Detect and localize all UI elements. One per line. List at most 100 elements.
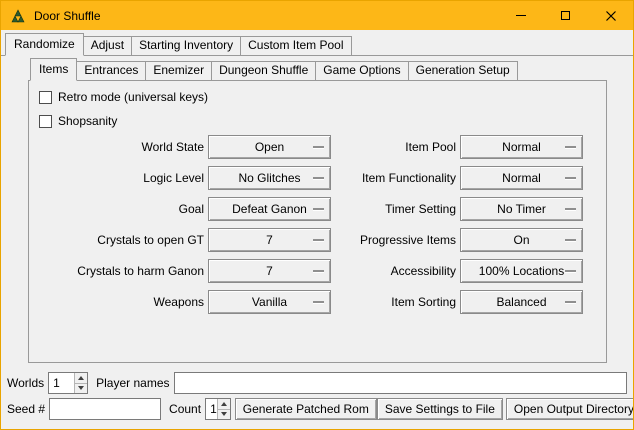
dropdown-indicator-icon: [313, 208, 324, 210]
minimize-icon: [516, 15, 526, 16]
count-spinbox[interactable]: 1: [205, 398, 231, 420]
accessibility-dropdown[interactable]: 100% Locations: [460, 259, 583, 283]
crystals-ganon-label: Crystals to harm Ganon: [30, 264, 204, 278]
spin-up-icon: [221, 402, 227, 406]
dropdown-indicator-icon: [313, 270, 324, 272]
dropdown-indicator-icon: [565, 177, 576, 179]
settings-grid: World State Open Item Pool Normal Logic …: [30, 131, 605, 317]
item-sorting-label: Item Sorting: [331, 295, 456, 309]
titlebar[interactable]: Door Shuffle: [1, 1, 633, 30]
player-names-label: Player names: [96, 376, 169, 390]
timer-setting-dropdown[interactable]: No Timer: [460, 197, 583, 221]
sub-tab-entrances[interactable]: Entrances: [76, 61, 146, 81]
spin-up-icon: [78, 376, 84, 380]
dropdown-indicator-icon: [565, 270, 576, 272]
main-tab-randomize[interactable]: Randomize: [5, 33, 84, 56]
goal-value: Defeat Ganon: [232, 202, 307, 216]
seed-label: Seed #: [7, 402, 45, 416]
caption-buttons: [498, 1, 633, 30]
weapons-label: Weapons: [30, 295, 204, 309]
minimize-button[interactable]: [498, 1, 543, 30]
logic-level-value: No Glitches: [238, 171, 300, 185]
world-state-dropdown[interactable]: Open: [208, 135, 331, 159]
item-functionality-label: Item Functionality: [331, 171, 456, 185]
weapons-dropdown[interactable]: Vanilla: [208, 290, 331, 314]
randomize-pane: Items Entrances Enemizer Dungeon Shuffle…: [1, 55, 633, 429]
close-icon: [606, 11, 616, 21]
client-area: Randomize Adjust Starting Inventory Cust…: [1, 30, 633, 429]
dropdown-indicator-icon: [313, 146, 324, 148]
sub-tabbar: Items Entrances Enemizer Dungeon Shuffle…: [30, 59, 517, 81]
open-output-button[interactable]: Open Output Directory: [506, 398, 634, 420]
seed-input[interactable]: [49, 398, 161, 420]
accessibility-value: 100% Locations: [479, 264, 564, 278]
count-value: 1: [206, 399, 217, 419]
timer-setting-label: Timer Setting: [331, 202, 456, 216]
crystals-gt-dropdown[interactable]: 7: [208, 228, 331, 252]
item-functionality-dropdown[interactable]: Normal: [460, 166, 583, 190]
window-title: Door Shuffle: [34, 9, 101, 23]
spinner-buttons: [74, 373, 87, 393]
worlds-spin-up-button[interactable]: [75, 373, 87, 383]
window: Door Shuffle Randomize Adjust Starting I…: [0, 0, 634, 430]
main-tab-adjust[interactable]: Adjust: [83, 36, 132, 56]
sub-tab-items[interactable]: Items: [30, 58, 77, 81]
maximize-icon: [561, 11, 570, 20]
main-tab-custom-item-pool[interactable]: Custom Item Pool: [240, 36, 351, 56]
world-state-value: Open: [255, 140, 284, 154]
worlds-spinbox[interactable]: 1: [48, 372, 88, 394]
item-pool-label: Item Pool: [331, 140, 456, 154]
setting-row: Weapons Vanilla Item Sorting Balanced: [30, 286, 605, 317]
count-label: Count: [169, 402, 201, 416]
spin-down-icon: [78, 386, 84, 390]
progressive-items-label: Progressive Items: [331, 233, 456, 247]
goal-label: Goal: [30, 202, 204, 216]
crystals-gt-label: Crystals to open GT: [30, 233, 204, 247]
crystals-ganon-dropdown[interactable]: 7: [208, 259, 331, 283]
crystals-ganon-value: 7: [266, 264, 273, 278]
item-functionality-value: Normal: [502, 171, 541, 185]
retro-mode-row: Retro mode (universal keys): [39, 89, 208, 105]
worlds-spin-down-button[interactable]: [75, 383, 87, 394]
shopsanity-label: Shopsanity: [58, 114, 117, 128]
dropdown-indicator-icon: [565, 239, 576, 241]
main-tabbar: Randomize Adjust Starting Inventory Cust…: [5, 34, 351, 56]
worlds-label: Worlds: [7, 376, 44, 390]
close-button[interactable]: [588, 1, 633, 30]
weapons-value: Vanilla: [252, 295, 287, 309]
spinner-buttons: [217, 399, 230, 419]
generate-row: Seed # Count 1 Generate Patched Rom Save…: [7, 398, 627, 420]
player-names-input[interactable]: [174, 372, 628, 394]
maximize-button[interactable]: [543, 1, 588, 30]
item-sorting-dropdown[interactable]: Balanced: [460, 290, 583, 314]
item-sorting-value: Balanced: [496, 295, 546, 309]
setting-row: Crystals to open GT 7 Progressive Items …: [30, 224, 605, 255]
save-settings-button[interactable]: Save Settings to File: [377, 398, 503, 420]
sub-tab-generation-setup[interactable]: Generation Setup: [408, 61, 518, 81]
progressive-items-value: On: [513, 233, 529, 247]
sub-tab-enemizer[interactable]: Enemizer: [145, 61, 212, 81]
logic-level-dropdown[interactable]: No Glitches: [208, 166, 331, 190]
dropdown-indicator-icon: [565, 146, 576, 148]
shopsanity-row: Shopsanity: [39, 113, 117, 129]
dropdown-indicator-icon: [313, 301, 324, 303]
checkbox-shopsanity[interactable]: [39, 115, 52, 128]
goal-dropdown[interactable]: Defeat Ganon: [208, 197, 331, 221]
retro-mode-label: Retro mode (universal keys): [58, 90, 208, 104]
main-tab-starting-inventory[interactable]: Starting Inventory: [131, 36, 241, 56]
item-pool-dropdown[interactable]: Normal: [460, 135, 583, 159]
dropdown-indicator-icon: [565, 301, 576, 303]
timer-setting-value: No Timer: [497, 202, 546, 216]
logic-level-label: Logic Level: [30, 171, 204, 185]
sub-tab-game-options[interactable]: Game Options: [315, 61, 408, 81]
generate-rom-button[interactable]: Generate Patched Rom: [235, 398, 377, 420]
count-spin-down-button[interactable]: [218, 409, 230, 420]
setting-row: Crystals to harm Ganon 7 Accessibility 1…: [30, 255, 605, 286]
count-spin-up-button[interactable]: [218, 399, 230, 409]
dropdown-indicator-icon: [313, 177, 324, 179]
item-pool-value: Normal: [502, 140, 541, 154]
items-pane: Retro mode (universal keys) Shopsanity W…: [28, 80, 607, 363]
checkbox-retro-mode[interactable]: [39, 91, 52, 104]
sub-tab-dungeon-shuffle[interactable]: Dungeon Shuffle: [211, 61, 316, 81]
progressive-items-dropdown[interactable]: On: [460, 228, 583, 252]
